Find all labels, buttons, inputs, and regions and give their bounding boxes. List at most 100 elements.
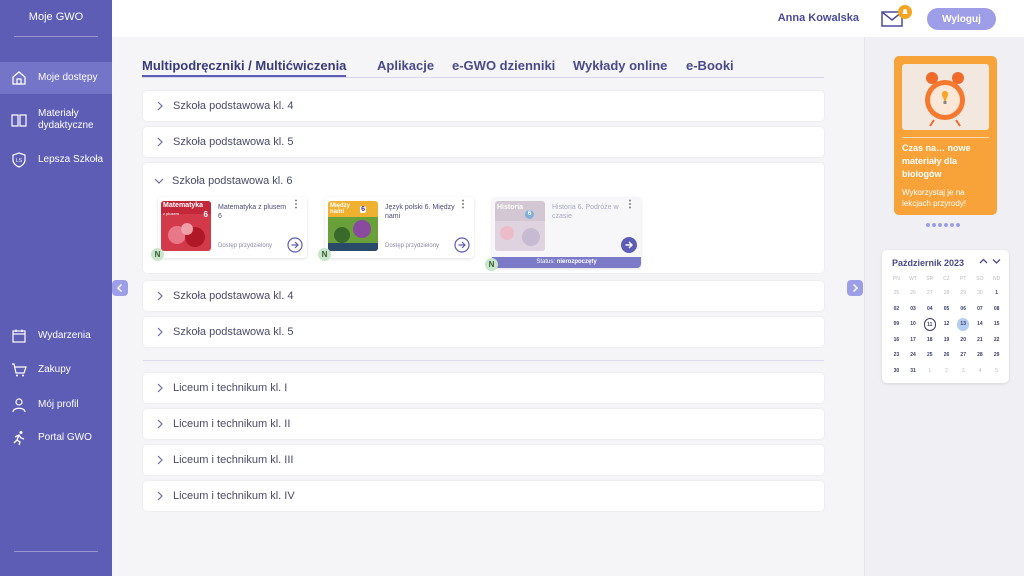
weekday-label: ND [993,276,1001,282]
svg-text:LS: LS [16,158,23,164]
accordion-header[interactable]: Szkoła podstawowa kl. 6 [143,163,292,199]
accordion-item[interactable]: Liceum i technikum kl. IV [143,481,824,511]
sidebar-item-lepsza-szkola[interactable]: LS Lepsza Szkoła [0,150,112,170]
sidebar-item-moj-profil[interactable]: Mój profil [0,395,112,415]
calendar-day[interactable]: 14 [972,318,989,331]
user-name[interactable]: Anna Kowalska [778,12,859,24]
calendar-day[interactable]: 09 [888,318,905,331]
calendar-day[interactable]: 03 [905,303,922,316]
accordion-item[interactable]: Szkoła podstawowa kl. 5 [143,317,824,347]
calendar-day[interactable]: 25 [921,349,938,362]
book-icon [11,114,27,127]
calendar-day[interactable]: 31 [905,365,922,378]
accordion-item[interactable]: Szkoła podstawowa kl. 4 [143,91,824,121]
calendar-day[interactable]: 29 [955,287,972,300]
main-content: Multipodręczniki / Multićwiczenia Aplika… [112,37,864,576]
calendar-day[interactable]: 08 [988,303,1005,316]
calendar-day[interactable]: 27 [955,349,972,362]
sidebar-item-zakupy[interactable]: Zakupy [0,360,112,380]
calendar-day[interactable]: 3 [955,365,972,378]
accordion-item[interactable]: Liceum i technikum kl. II [143,409,824,439]
promo-card[interactable]: Czas na… nowe materiały dla biologów Wyk… [894,56,997,215]
more-options-icon[interactable]: ⋮ [625,200,635,210]
calendar-day[interactable]: 1 [988,287,1005,300]
sidebar-item-materialy[interactable]: Materiały dydaktyczne [0,104,112,136]
sidebar-item-label: Mój profil [38,399,79,410]
carousel-dots[interactable] [926,223,960,227]
calendar-day[interactable]: 07 [972,303,989,316]
calendar-nav[interactable] [979,257,1001,267]
calendar-day[interactable]: 2 [938,365,955,378]
calendar-day[interactable]: 30 [972,287,989,300]
calendar-day[interactable]: 5 [988,365,1005,378]
calendar-day[interactable]: 28 [972,349,989,362]
arrow-right-icon[interactable] [621,237,637,253]
calendar-day[interactable]: 26 [938,349,955,362]
calendar-prev-next-icon[interactable] [979,257,1001,265]
calendar-day[interactable]: 24 [905,349,922,362]
calendar-month: Październik 2023 [892,258,965,268]
calendar-day[interactable]: 11 [923,318,937,331]
tab-e-booki[interactable]: e-Booki [686,58,734,73]
accordion-item[interactable]: Liceum i technikum kl. I [143,373,824,403]
tab-aplikacje[interactable]: Aplikacje [377,58,434,73]
calendar-day[interactable]: 17 [905,334,922,347]
calendar-day[interactable]: 27 [921,287,938,300]
calendar-day[interactable]: 16 [888,334,905,347]
calendar-day[interactable]: 23 [888,349,905,362]
sidebar-item-label: Materiały dydaktyczne [38,108,94,131]
calendar-day[interactable]: 05 [938,303,955,316]
right-panel: Czas na… nowe materiały dla biologów Wyk… [864,37,1024,576]
product-card[interactable]: Między nami 6 Język polski 6. Między nam… [318,197,474,261]
alarm-clock-icon [925,72,965,127]
app-logo[interactable]: Moje GWO [0,11,112,23]
tab-multipodreczniki[interactable]: Multipodręczniki / Multićwiczenia [142,58,347,77]
collapse-sidebar-button[interactable] [112,280,128,296]
calendar-day[interactable]: 30 [888,365,905,378]
tab-wyklady-online[interactable]: Wykłady online [573,58,667,73]
calendar-day[interactable]: 21 [972,334,989,347]
calendar-day[interactable]: 29 [988,349,1005,362]
accordion-label: Szkoła podstawowa kl. 4 [173,290,294,302]
calendar-day[interactable]: 20 [955,334,972,347]
logout-button[interactable]: Wyloguj [927,8,996,30]
status-bar: Status: nierozpoczęty [492,257,641,268]
bell-icon[interactable] [898,5,912,19]
product-card[interactable]: Historia 6 Historia 6. Podróże w czasie … [485,197,641,271]
calendar-day[interactable]: 19 [938,334,955,347]
arrow-right-icon[interactable] [454,237,470,253]
calendar-day[interactable]: 02 [888,303,905,316]
accordion-label: Szkoła podstawowa kl. 5 [173,136,294,148]
calendar-day[interactable]: 26 [905,287,922,300]
calendar-day[interactable]: 13 [956,318,970,331]
collapse-panel-button[interactable] [847,280,863,296]
accordion-item[interactable]: Liceum i technikum kl. III [143,445,824,475]
accordion-item[interactable]: Szkoła podstawowa kl. 4 [143,281,824,311]
accordion-item[interactable]: Szkoła podstawowa kl. 5 [143,127,824,157]
tab-e-gwo-dzienniki[interactable]: e-GWO dzienniki [452,58,555,73]
calendar-day[interactable]: 04 [921,303,938,316]
arrow-right-icon[interactable] [287,237,303,253]
cover-number: 6 [203,210,208,219]
calendar-grid: PN WT ŚR CZ PT SO ND 25 26 27 28 29 30 1 02 03 04 05 06 07 0… [888,274,1005,377]
product-card[interactable]: Matematyka 6 z plusem Matematyka z pluse… [151,197,307,261]
accordion-label: Szkoła podstawowa kl. 6 [172,175,293,187]
sidebar-item-moje-dostepy[interactable]: Moje dostępy [0,62,112,94]
calendar-day[interactable]: 28 [938,287,955,300]
calendar-day[interactable]: 22 [988,334,1005,347]
calendar-day[interactable]: 10 [905,318,922,331]
sidebar-item-wydarzenia[interactable]: Wydarzenia [0,326,112,346]
new-badge: N [318,248,331,261]
calendar-day[interactable]: 18 [921,334,938,347]
accordion-label: Liceum i technikum kl. II [173,418,291,430]
calendar-day[interactable]: 06 [955,303,972,316]
calendar-day[interactable]: 15 [988,318,1005,331]
calendar-day[interactable]: 12 [938,318,955,331]
calendar-day[interactable]: 4 [972,365,989,378]
more-options-icon[interactable]: ⋮ [458,200,468,210]
chevron-down-icon [154,178,164,184]
calendar-day[interactable]: 1 [921,365,938,378]
calendar-day[interactable]: 25 [888,287,905,300]
more-options-icon[interactable]: ⋮ [291,200,301,210]
sidebar-item-portal-gwo[interactable]: Portal GWO [0,428,112,448]
